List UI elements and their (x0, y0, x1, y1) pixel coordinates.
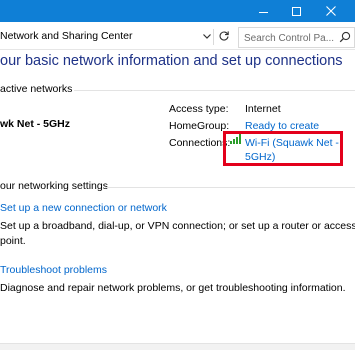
setup-connection-link[interactable]: Set up a new connection or network (0, 202, 167, 214)
troubleshoot-description: Diagnose and repair network problems, or… (0, 281, 346, 296)
networking-settings-label: our networking settings (0, 180, 108, 192)
page-title: our basic network information and set up… (0, 53, 343, 69)
address-bar: Network and Sharing Center (0, 24, 355, 50)
active-networks-label: active networks (0, 83, 73, 95)
address-separator (213, 29, 214, 45)
setup-connection-desc-line-2: point. (0, 235, 26, 247)
search-icon[interactable] (339, 31, 351, 43)
setup-connection-description: Set up a broadband, dial-up, or VPN conn… (0, 219, 355, 249)
chevron-down-icon[interactable] (202, 31, 212, 41)
access-type-value: Internet (245, 103, 281, 115)
network-name: wk Net - 5GHz (0, 118, 71, 130)
section-divider (105, 187, 355, 188)
search-box[interactable] (238, 27, 355, 48)
breadcrumb[interactable]: Network and Sharing Center (0, 30, 133, 42)
maximize-icon (291, 6, 301, 16)
connections-label: Connections: (169, 137, 231, 149)
close-icon (326, 6, 336, 16)
maximize-button[interactable] (281, 0, 311, 22)
troubleshoot-link[interactable]: Troubleshoot problems (0, 264, 107, 276)
troubleshoot-desc-line-1: Diagnose and repair network problems, or… (0, 282, 346, 294)
highlight-annotation (223, 131, 343, 166)
window-bottom-edge (0, 343, 355, 350)
refresh-icon[interactable] (218, 30, 230, 42)
access-type-label: Access type: (169, 103, 229, 115)
minimize-button[interactable] (248, 0, 278, 22)
close-button[interactable] (316, 0, 346, 22)
search-input[interactable] (239, 29, 335, 48)
minimize-icon (258, 11, 268, 13)
homegroup-label: HomeGroup: (169, 120, 230, 132)
title-bar (0, 0, 355, 22)
section-divider (74, 90, 355, 91)
setup-connection-desc-line-1: Set up a broadband, dial-up, or VPN conn… (0, 220, 355, 232)
